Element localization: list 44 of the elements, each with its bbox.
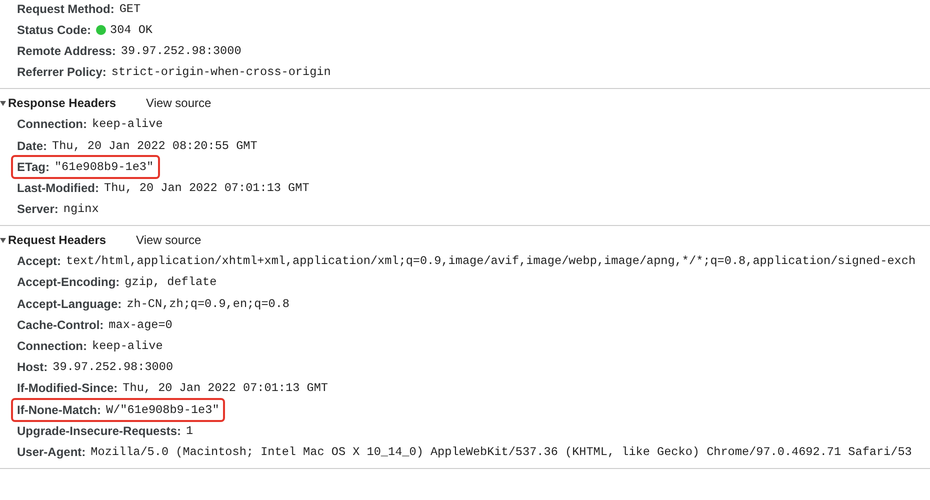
header-name: Connection: (17, 339, 87, 354)
section-title[interactable]: Request Headers (8, 233, 106, 248)
header-name: ETag: (17, 160, 50, 174)
header-name: Referrer Policy: (17, 65, 106, 80)
header-value: Mozilla/5.0 (Macintosh; Intel Mac OS X 10_14_0) AppleWebKit/537.36 (KHTML, like Gecko) Chrome/97.0.4692.71 Safari/53 (90, 444, 912, 459)
header-value: Thu, 20 Jan 2022 08:20:55 GMT (52, 138, 258, 153)
section-title[interactable]: Response Headers (8, 96, 116, 110)
header-value: 304 OK (110, 22, 152, 37)
header-name: Host: (17, 360, 48, 374)
header-value: Thu, 20 Jan 2022 07:01:13 GMT (122, 381, 328, 396)
header-name: Cache-Control: (17, 318, 104, 332)
header-value: 1 (186, 424, 194, 438)
header-name: If-None-Match: (17, 402, 101, 417)
header-name: Upgrade-Insecure-Requests: (17, 424, 182, 438)
header-value: Thu, 20 Jan 2022 07:01:13 GMT (104, 180, 310, 195)
header-name: Status Code: (17, 22, 92, 37)
view-source-link[interactable]: View source (146, 96, 212, 110)
header-name: Request Method: (17, 2, 114, 16)
header-name: Remote Address: (17, 44, 116, 58)
header-name: Accept: (17, 254, 62, 268)
header-value: W/"61e908b9-1e3" (106, 402, 220, 417)
header-value: keep-alive (92, 117, 163, 132)
header-name: Last-Modified: (17, 180, 99, 195)
header-value: nginx (63, 202, 99, 216)
expand-triangle-icon[interactable] (0, 100, 6, 106)
header-value: strict-origin-when-cross-origin (111, 65, 331, 80)
header-name: Accept-Encoding: (17, 275, 120, 290)
header-value: GET (119, 2, 141, 16)
header-value: "61e908b9-1e3" (54, 160, 154, 174)
header-name: Server: (17, 202, 58, 216)
header-name: Connection: (17, 117, 87, 132)
header-value: zh-CN,zh;q=0.9,en;q=0.8 (126, 296, 290, 311)
header-value: gzip, deflate (124, 275, 217, 290)
expand-triangle-icon[interactable] (0, 238, 6, 243)
header-value: keep-alive (92, 339, 163, 354)
header-value: text/html,application/xhtml+xml,application/xml;q=0.9,image/avif,image/webp,image/apng,*/*;q=0.8,application/signed-exch (66, 254, 916, 268)
header-name: Date: (17, 138, 48, 153)
header-value: 39.97.252.98:3000 (120, 44, 242, 58)
header-name: If-Modified-Since: (17, 381, 118, 396)
header-value: 39.97.252.98:3000 (52, 360, 174, 374)
header-name: Accept-Language: (17, 296, 122, 311)
header-value: max-age=0 (108, 318, 172, 332)
header-name: User-Agent: (17, 444, 86, 459)
view-source-link[interactable]: View source (136, 233, 202, 248)
